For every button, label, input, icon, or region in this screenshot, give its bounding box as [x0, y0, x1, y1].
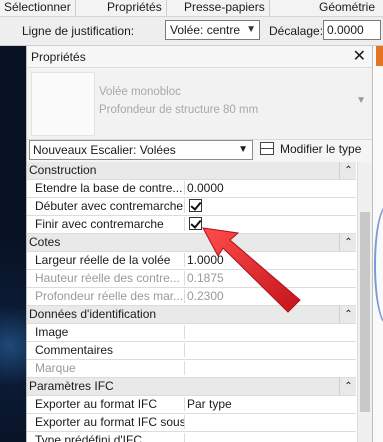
arrow-shape [202, 227, 301, 313]
red-arrow-annotation [202, 227, 301, 313]
